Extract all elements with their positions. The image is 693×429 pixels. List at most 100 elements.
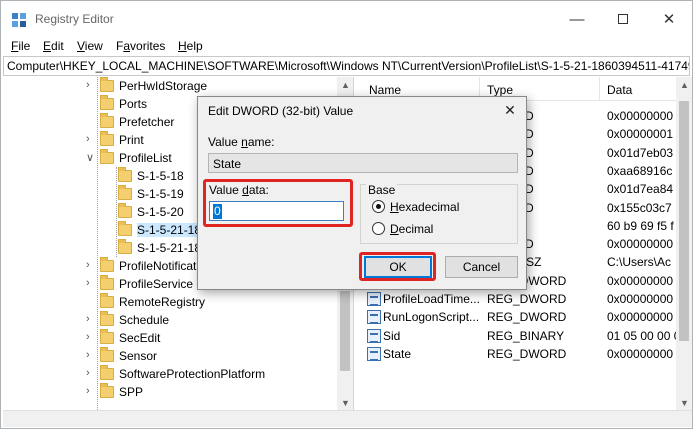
tree-item-label: RemoteRegistry (119, 295, 206, 309)
chevron-right-icon[interactable]: › (86, 79, 90, 91)
maximize-button[interactable] (600, 1, 646, 37)
address-bar[interactable]: Computer\HKEY_LOCAL_MACHINE\SOFTWARE\Mic… (3, 56, 690, 76)
scroll-up-arrow-icon[interactable]: ▲ (680, 80, 689, 90)
tree-item[interactable]: S-1-5-21-18 (118, 239, 201, 257)
tree-guide-line (116, 167, 117, 257)
column-type-header[interactable]: Type (487, 83, 513, 97)
tree-item-label: SPP (119, 385, 144, 399)
value-row[interactable]: ProfileLoadTime... REG_DWORD 0x00000000 (359, 290, 692, 308)
scroll-down-arrow-icon[interactable]: ▼ (341, 398, 350, 408)
menu-help[interactable]: Help (178, 39, 203, 53)
tree-item[interactable]: ProfileList (100, 149, 172, 167)
value-data-cell: 0x01d7eb03 (607, 145, 674, 160)
tree-item[interactable]: S-1-5-20 (118, 203, 184, 221)
value-data-cell: 0x00000000 (607, 346, 674, 361)
folder-icon (100, 347, 114, 362)
tree-item[interactable]: Sensor (100, 347, 157, 365)
tree-item[interactable]: S-1-5-19 (118, 185, 184, 203)
value-data-cell: 0x00000000 (607, 273, 674, 288)
chevron-right-icon[interactable]: › (86, 313, 90, 325)
menu-view[interactable]: View (77, 39, 103, 53)
cancel-button[interactable]: Cancel (445, 256, 518, 278)
window-title: Registry Editor (35, 12, 114, 26)
dialog-close-button[interactable]: ✕ (494, 97, 526, 123)
list-scroll-thumb[interactable] (679, 101, 689, 341)
minimize-button[interactable]: — (554, 1, 600, 37)
ok-button[interactable]: OK (364, 256, 432, 278)
value-data-cell: 0x00000000 (607, 310, 674, 325)
tree-item[interactable]: Schedule (100, 311, 169, 329)
folder-icon (100, 311, 114, 326)
value-data-cell: 0x00000000 (607, 237, 674, 252)
scroll-up-arrow-icon[interactable]: ▲ (341, 80, 350, 90)
tree-item[interactable]: Ports (100, 95, 147, 113)
tree-item[interactable]: ProfileNotificat (100, 257, 196, 275)
tree-item[interactable]: SoftwareProtectionPlatform (100, 365, 265, 383)
folder-icon (100, 113, 114, 128)
chevron-right-icon[interactable]: › (86, 331, 90, 343)
column-data-header[interactable]: Data (607, 83, 632, 97)
tree-item[interactable]: SPP (100, 383, 143, 401)
chevron-right-icon[interactable]: › (86, 367, 90, 379)
chevron-right-icon[interactable]: › (86, 385, 90, 397)
value-data-input[interactable]: 0 (209, 201, 344, 221)
tree-item[interactable]: RemoteRegistry (100, 293, 205, 311)
close-button[interactable]: ✕ (646, 1, 692, 37)
value-row[interactable]: RunLogonScript... REG_DWORD 0x00000000 (359, 308, 692, 326)
registry-editor-window: Registry Editor — ✕ File Edit View Favor… (0, 0, 693, 429)
menu-favorites[interactable]: Favorites (116, 39, 165, 53)
menu-file[interactable]: File (11, 39, 30, 53)
value-data-cell: 0xaa68916c (607, 163, 673, 178)
hexadecimal-label[interactable]: Hexadecimal (390, 200, 459, 214)
folder-icon (100, 275, 114, 290)
value-row[interactable]: Sid REG_BINARY 01 05 00 00 0 (359, 327, 692, 345)
tree-item[interactable]: ProfileService (100, 275, 193, 293)
value-name-cell: ProfileLoadTime... (383, 292, 480, 306)
menu-edit[interactable]: Edit (43, 39, 64, 53)
registry-value-icon (367, 310, 381, 325)
value-data-cell: 0x00000000 (607, 292, 674, 306)
tree-item-label: Print (119, 133, 144, 147)
tree-item[interactable]: Print (100, 131, 144, 149)
value-name-cell: Sid (383, 328, 401, 343)
scroll-down-arrow-icon[interactable]: ▼ (680, 398, 689, 408)
chevron-right-icon[interactable]: › (86, 259, 90, 271)
value-data-cell: 01 05 00 00 0 (607, 328, 681, 343)
tree-item-label: Ports (119, 97, 148, 111)
chevron-right-icon[interactable]: › (86, 349, 90, 361)
value-row[interactable]: State REG_DWORD 0x00000000 (359, 345, 692, 363)
title-bar[interactable]: Registry Editor — ✕ (1, 1, 692, 37)
registry-app-icon (12, 13, 26, 27)
tree-guide-line (97, 77, 98, 410)
chevron-down-icon[interactable]: ∨ (86, 151, 94, 164)
value-data-cell: C:\Users\Ac (607, 255, 672, 270)
folder-icon (100, 77, 114, 92)
value-name-field: State (208, 153, 518, 173)
tree-item[interactable]: S-1-5-18 (118, 167, 184, 185)
value-name-cell: State (383, 346, 412, 361)
folder-icon (100, 95, 114, 110)
value-data-label: Value data: (209, 183, 269, 197)
tree-scroll-thumb[interactable] (340, 291, 350, 371)
tree-item-label: S-1-5-20 (137, 205, 184, 219)
decimal-radio[interactable] (372, 222, 385, 235)
decimal-label[interactable]: Decimal (390, 222, 433, 236)
tree-item-label: PerHwIdStorage (119, 79, 208, 93)
folder-icon (118, 185, 132, 200)
close-icon: ✕ (504, 101, 516, 118)
horizontal-scrollbar[interactable] (3, 410, 692, 427)
column-name-header[interactable]: Name (369, 83, 401, 97)
hexadecimal-radio[interactable] (372, 200, 385, 213)
menu-bar: File Edit View Favorites Help (1, 37, 692, 57)
tree-item[interactable]: PerHwIdStorage (100, 77, 207, 95)
column-divider[interactable] (599, 77, 600, 101)
tree-item[interactable]: SecEdit (100, 329, 160, 347)
folder-icon (118, 221, 132, 236)
chevron-right-icon[interactable]: › (86, 133, 90, 145)
tree-item[interactable]: Prefetcher (100, 113, 174, 131)
chevron-right-icon[interactable]: › (86, 277, 90, 289)
folder-icon (118, 239, 132, 254)
value-name-cell: RunLogonScript... (383, 310, 480, 325)
tree-item[interactable]: S-1-5-21-18 (118, 221, 202, 239)
tree-item-label: S-1-5-18 (137, 169, 184, 183)
